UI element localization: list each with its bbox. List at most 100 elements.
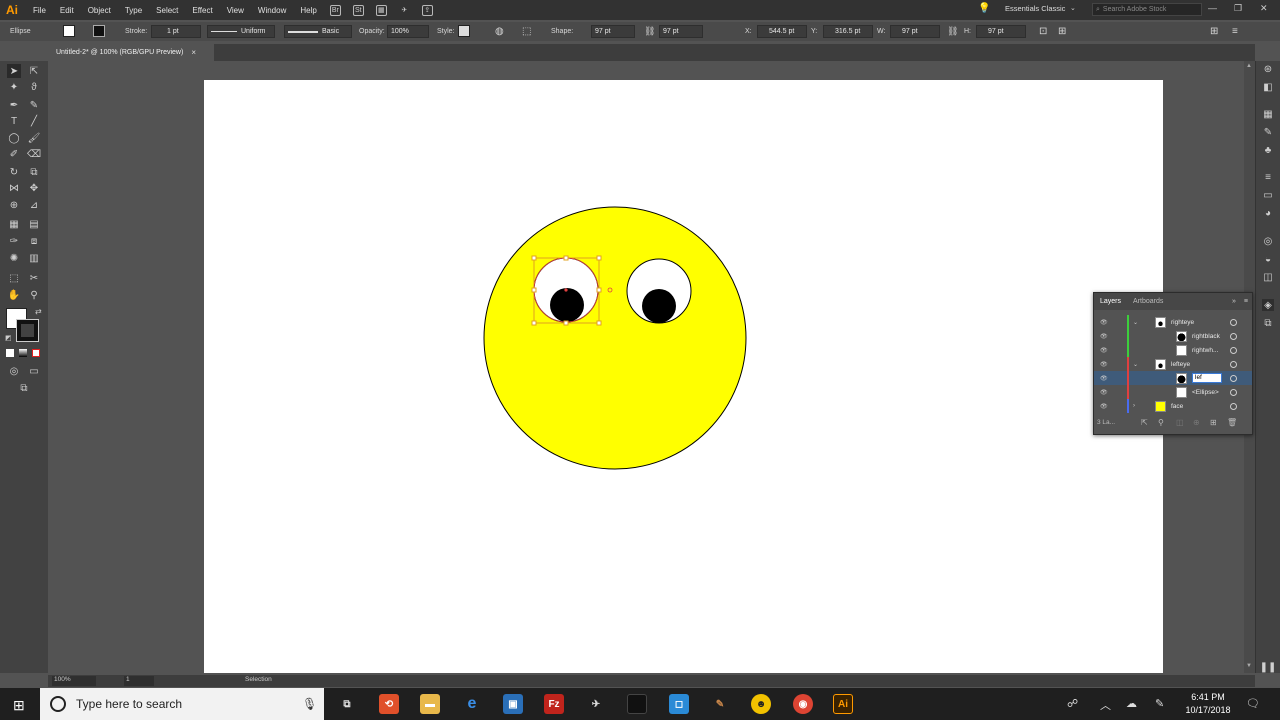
constrain-proportions-icon[interactable]: ⛓ [947,26,958,37]
menu-help[interactable]: Help [300,6,316,15]
target-circle-icon[interactable] [1230,360,1237,368]
visibility-eye-icon[interactable]: 👁 [1100,319,1110,326]
menu-type[interactable]: Type [125,6,142,15]
x-field[interactable]: 544.5 pt [757,25,807,38]
shaper-tool-icon[interactable]: ✐ [7,147,21,161]
paintbrush-icon[interactable]: 🖌 [27,131,41,145]
color-mode-icon[interactable] [6,349,14,357]
fill-swatch[interactable] [63,25,75,37]
stroke-weight-field[interactable]: 1 pt [151,25,201,38]
right-eye-black[interactable] [642,289,676,323]
layer-row[interactable]: 👁 rightwh... [1094,343,1252,357]
hand-tool-icon[interactable]: ✋ [7,288,21,302]
visibility-eye-icon[interactable]: 👁 [1100,333,1110,340]
illustrator-taskbar-icon[interactable]: Ai [833,694,853,714]
width-tool-icon[interactable]: ⋈ [7,181,21,195]
delete-layer-icon[interactable]: 🗑 [1227,418,1237,427]
layer-row[interactable]: 👁 lef [1094,371,1252,385]
visibility-eye-icon[interactable]: 👁 [1100,403,1110,410]
libraries-icon[interactable]: ◧ [1262,81,1274,93]
opacity-field[interactable]: 100% [387,25,429,38]
shape-label[interactable]: Shape: [551,28,573,35]
rotate-tool-icon[interactable]: ↻ [7,165,21,179]
stroke-color-swatch[interactable] [16,319,39,342]
properties-icon[interactable]: ⊛ [1262,63,1274,75]
align-icon[interactable]: ⬚ [522,26,531,37]
maximize-icon[interactable]: ❐ [1234,3,1242,14]
stroke-profile-select[interactable]: Uniform [207,25,275,38]
gpu-performance-icon[interactable]: ✈ [399,5,410,16]
zoom-tool-icon[interactable]: ⚲ [27,288,41,302]
people-icon[interactable]: ☍ [1067,697,1078,710]
expand-caret-icon[interactable]: › [1133,403,1135,409]
recolor-icon[interactable]: ◍ [495,26,504,37]
app-icon-1[interactable]: ⟲ [379,694,399,714]
edge-browser-icon[interactable]: e [462,694,482,714]
type-tool-icon[interactable]: T [7,114,21,128]
edit-toolbar-icon[interactable]: ⧉ [17,381,31,395]
layer-row[interactable]: 👁 <Ellipse> [1094,385,1252,399]
gradient-mode-icon[interactable] [19,349,27,357]
magic-wand-icon[interactable]: ✦ [7,80,21,94]
menu-select[interactable]: Select [156,6,178,15]
scale-tool-icon[interactable]: ⧉ [27,165,41,179]
visibility-eye-icon[interactable]: 👁 [1100,347,1110,354]
isolate-icon[interactable]: ⊞ [1058,26,1066,37]
app-icon-yellow[interactable]: ☻ [751,694,771,714]
screen-mode-icon[interactable]: ▭ [27,364,41,378]
slice-tool-icon[interactable]: ✂ [27,271,41,285]
gradient-panel-icon[interactable]: ▭ [1262,189,1274,201]
collapse-caret-icon[interactable]: ⌄ [1133,319,1138,326]
app-icon-brown[interactable]: ✎ [710,694,730,714]
brushes-icon[interactable]: ✎ [1262,126,1274,138]
menu-window[interactable]: Window [258,6,286,15]
default-colors-icon[interactable]: ◩ [5,334,12,342]
filezilla-icon[interactable]: Fz [544,694,564,714]
target-circle-icon[interactable] [1230,346,1237,354]
task-view-icon[interactable]: ⧉ [337,694,357,714]
app-icon-bird[interactable]: ✈ [586,694,606,714]
left-eye-black[interactable] [550,288,584,322]
chevron-down-icon[interactable]: ⌄ [1070,4,1076,12]
target-circle-icon[interactable] [1230,374,1237,382]
bridge-icon[interactable]: Br [329,4,341,16]
workspace-switcher[interactable]: Essentials Classic [1005,4,1065,13]
scroll-down-icon[interactable]: ▼ [1246,663,1252,669]
pen-workspace-icon[interactable]: ✎ [1155,697,1164,710]
symbols-icon[interactable]: ♣ [1262,144,1274,156]
stock-search-input[interactable]: ⌕ Search Adobe Stock [1092,3,1202,16]
none-mode-icon[interactable] [32,349,40,357]
collapse-caret-icon[interactable]: ⌄ [1133,361,1138,368]
new-layer-icon[interactable]: ⊞ [1210,418,1217,427]
artboards-icon[interactable]: ⧉ [1262,317,1274,329]
curvature-tool-icon[interactable]: ✎ [27,98,41,112]
column-graph-icon[interactable]: ▥ [27,251,41,265]
shape-width-field[interactable]: 97 pt [591,25,635,38]
new-sublayer-icon[interactable]: ⊕ [1193,418,1200,427]
layer-row[interactable]: 👁 rightblack [1094,329,1252,343]
collect-export-icon[interactable]: ⇱ [1141,418,1148,427]
menu-edit[interactable]: Edit [60,6,74,15]
draw-normal-icon[interactable]: ◎ [7,364,21,378]
pen-tool-icon[interactable]: ✒ [7,98,21,112]
swap-colors-icon[interactable]: ⇄ [35,307,42,316]
menu-view[interactable]: View [227,6,244,15]
tab-artboards[interactable]: Artboards [1127,298,1169,305]
network-icon[interactable]: ☁ [1126,697,1137,710]
direct-selection-tool-icon[interactable]: ⇱ [27,64,41,78]
lasso-icon[interactable]: ϑ [27,80,41,94]
stroke-panel-icon[interactable]: ≡ [1262,171,1274,183]
app-icon-dark[interactable] [627,694,647,714]
blend-tool-icon[interactable]: ⧈ [27,234,41,248]
layers-icon[interactable]: ◈ [1262,299,1274,311]
line-tool-icon[interactable]: ╱ [27,114,41,128]
layer-row[interactable]: 👁 › face [1094,399,1252,413]
layer-name-input[interactable]: lef [1192,373,1222,383]
pathfinder-icon[interactable]: ◫ [1262,271,1274,283]
file-explorer-icon[interactable]: ▬ [420,694,440,714]
tab-layers[interactable]: Layers [1094,298,1127,305]
eyedropper-icon[interactable]: ✑ [7,234,21,248]
transform-icon[interactable]: ⊡ [1039,26,1047,37]
y-field[interactable]: 316.5 pt [823,25,873,38]
arrange-documents-icon[interactable]: ▦ [375,4,387,16]
